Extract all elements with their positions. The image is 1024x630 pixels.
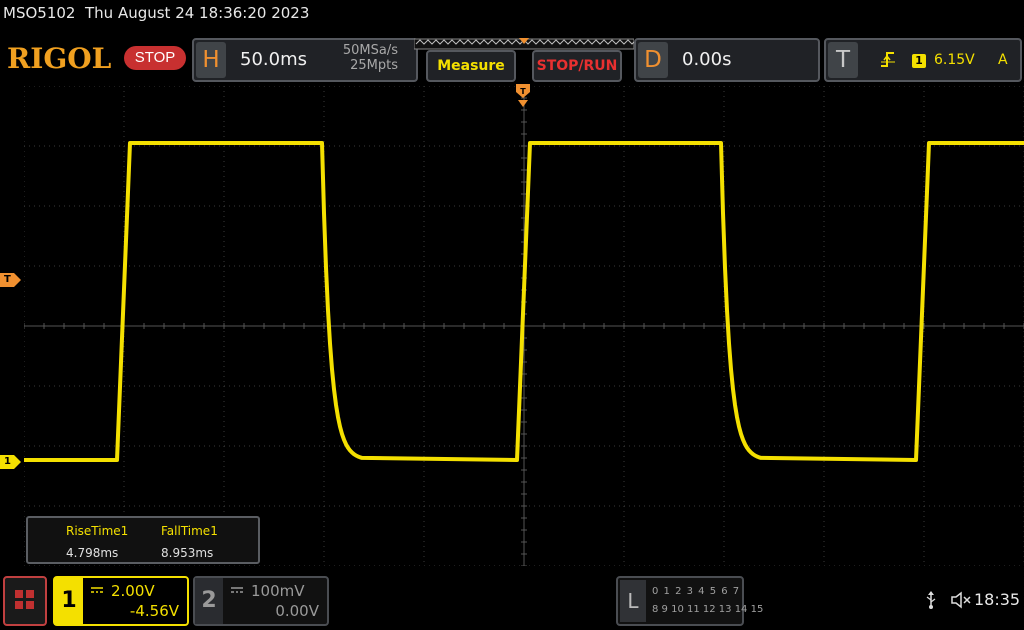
trigger-tag: T — [828, 42, 858, 78]
rising-edge-icon — [881, 52, 895, 67]
model-label: MSO5102 — [3, 4, 76, 22]
channel-1-panel[interactable]: 1 2.00V -4.56V — [53, 576, 189, 626]
usb-icon — [926, 591, 936, 609]
logic-tag: L — [620, 580, 646, 622]
dc-coupling-icon — [231, 587, 243, 593]
memory-depth: 25Mpts — [350, 58, 398, 73]
sample-rate: 50MSa/s — [342, 43, 398, 58]
channel-1-offset: -4.56V — [129, 602, 179, 620]
trigger-level-marker-label: T — [4, 274, 11, 285]
channel-1-scale: 2.00V — [111, 582, 155, 600]
trigger-position-marker[interactable]: T — [516, 84, 530, 108]
clock: 18:35 — [974, 590, 1021, 609]
trigger-level-value: 6.15V — [934, 52, 975, 68]
status-line: MSO5102 Thu August 24 18:36:20 2023 — [3, 4, 309, 22]
top-bar: RIGOL STOP H 50.0ms 50MSa/s 25Mpts Measu… — [0, 36, 1024, 84]
svg-text:T: T — [520, 87, 526, 96]
acquisition-info: 50MSa/s 25Mpts — [343, 43, 398, 73]
delay-tag: D — [638, 42, 668, 78]
measurement-name-rise: RiseTime1 — [66, 524, 129, 538]
channel-2-panel[interactable]: 2 100mV 0.00V — [193, 576, 329, 626]
channel-2-scale: 100mV — [251, 582, 305, 600]
trigger-source-badge: 1 — [912, 54, 926, 68]
trigger-panel[interactable]: T 1 6.15V A — [824, 38, 1022, 82]
memory-position-bar — [414, 38, 634, 50]
brand-logo: RIGOL — [7, 42, 112, 75]
channel-2-number: 2 — [195, 578, 223, 624]
delay-panel[interactable]: D 0.00s — [634, 38, 820, 82]
stop-run-button[interactable]: STOP/RUN — [532, 50, 622, 82]
timebase-value: 50.0ms — [240, 49, 307, 70]
menu-button[interactable] — [3, 576, 47, 626]
logic-analyzer-panel[interactable]: L 0 1 2 3 4 5 6 7 8 9 10 11 12 13 14 15 — [616, 576, 763, 626]
logic-channels-row-2: 8 9 10 11 12 13 14 15 — [652, 604, 764, 615]
waveform-grid — [24, 86, 1024, 566]
measurement-panel[interactable]: RiseTime1 4.798ms FallTime1 8.953ms — [26, 516, 260, 564]
measurement-value-rise: 4.798ms — [66, 546, 119, 560]
delay-value: 0.00s — [682, 49, 732, 70]
run-state-badge[interactable]: STOP — [124, 46, 186, 70]
grid-menu-icon — [15, 590, 34, 609]
channel-1-number: 1 — [55, 578, 83, 624]
trigger-level-marker[interactable]: T — [0, 273, 22, 287]
horizontal-panel[interactable]: H 50.0ms 50MSa/s 25Mpts — [192, 38, 418, 82]
measurement-value-fall: 8.953ms — [161, 546, 214, 560]
horizontal-tag: H — [196, 42, 226, 78]
measurement-name-fall: FallTime1 — [161, 524, 218, 538]
datetime-label: Thu August 24 18:36:20 2023 — [85, 4, 310, 22]
waveform-display[interactable] — [24, 86, 1024, 566]
channel-2-offset: 0.00V — [275, 602, 319, 620]
logic-channels-row-1: 0 1 2 3 4 5 6 7 — [652, 586, 741, 597]
trigger-mode-value: A — [998, 52, 1008, 68]
dc-coupling-icon — [91, 587, 103, 593]
ch1-offset-marker[interactable]: 1 — [0, 455, 22, 469]
speaker-muted-icon[interactable] — [950, 590, 972, 610]
ch1-marker-label: 1 — [4, 456, 11, 467]
bottom-bar: 1 2.00V -4.56V 2 100mV 0.00V L 0 1 2 3 4… — [0, 572, 1024, 630]
measure-button[interactable]: Measure — [426, 50, 516, 82]
